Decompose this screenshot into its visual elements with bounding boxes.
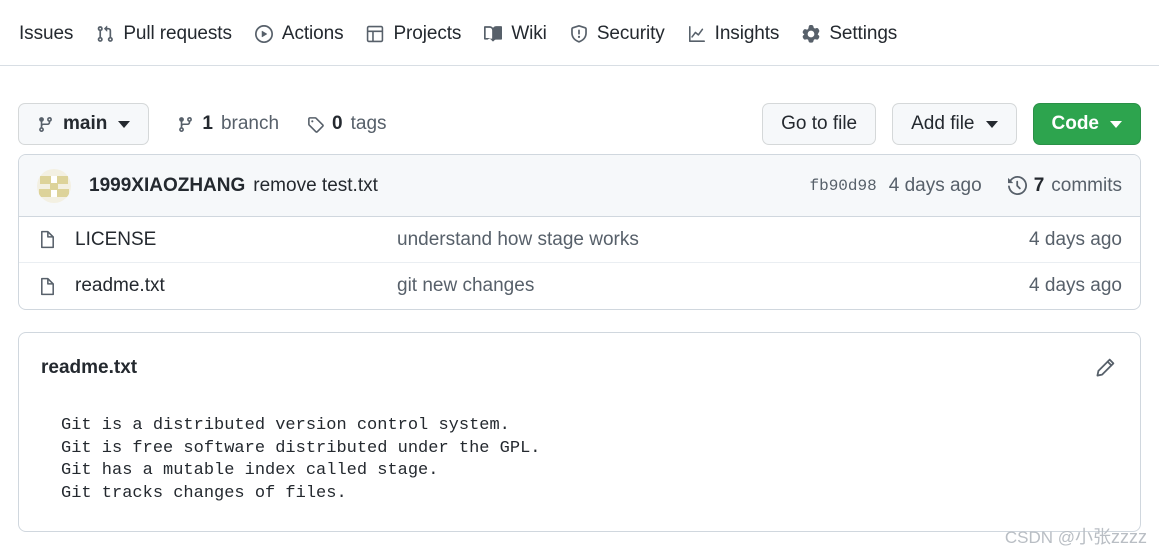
branch-count-link[interactable]: 1 branch (177, 113, 279, 135)
commit-meta: fb90d98 4 days ago 7 commits (810, 175, 1123, 197)
code-button[interactable]: Code (1032, 103, 1141, 145)
branch-selector-label: main (63, 113, 108, 134)
branch-count-label: branch (220, 113, 280, 134)
tag-count-link[interactable]: 0 tags (307, 113, 387, 135)
repo-content: main 1 branch 0 tags Go to file Add file (0, 66, 1159, 532)
file-commit-time: 4 days ago (1029, 275, 1122, 296)
readme-title: readme.txt (41, 357, 138, 378)
table-row: readme.txt git new changes 4 days ago (19, 263, 1140, 309)
chevron-down-icon (118, 120, 131, 128)
nav-item-actions[interactable]: Actions (243, 18, 355, 50)
nav-item-projects[interactable]: Projects (354, 18, 472, 50)
file-name-link[interactable]: LICENSE (75, 229, 397, 251)
tag-count-label: tags (350, 113, 387, 134)
readme-panel: readme.txt Git is a distributed version … (18, 332, 1141, 532)
nav-item-label: Issues (19, 23, 74, 44)
commit-date: 4 days ago (888, 174, 982, 196)
repo-nav: Issues Pull requests Actions Projects Wi… (0, 0, 1159, 66)
commit-author[interactable]: 1999XIAOZHANG (89, 175, 245, 197)
chevron-down-icon (1110, 120, 1122, 128)
nav-item-insights[interactable]: Insights (676, 18, 791, 50)
nav-item-issues[interactable]: Issues (8, 18, 84, 50)
nav-item-pull-requests[interactable]: Pull requests (84, 18, 243, 50)
graph-line-icon (687, 24, 707, 44)
nav-item-label: Pull requests (123, 23, 232, 44)
history-clock-icon (1007, 176, 1027, 195)
branch-selector-button[interactable]: main (18, 103, 150, 145)
chevron-down-icon (985, 120, 998, 128)
readme-content: Git is a distributed version control sys… (61, 416, 541, 503)
git-pull-request-icon (95, 24, 115, 44)
pencil-icon[interactable] (1092, 355, 1118, 381)
latest-commit-row: 1999XIAOZHANG remove test.txt fb90d98 4 … (19, 155, 1140, 217)
nav-item-settings[interactable]: Settings (790, 18, 908, 50)
file-commit-message[interactable]: git new changes (397, 275, 1029, 297)
nav-item-security[interactable]: Security (558, 18, 676, 50)
file-icon (37, 230, 57, 250)
play-circle-icon (254, 24, 274, 44)
commits-count-link[interactable]: 7 commits (1007, 174, 1122, 197)
table-row: LICENSE understand how stage works 4 day… (19, 217, 1140, 263)
nav-item-label: Settings (829, 23, 898, 44)
commits-count-value: 7 (1033, 174, 1045, 196)
code-label: Code (1051, 113, 1100, 134)
file-commit-time: 4 days ago (1029, 228, 1122, 250)
go-to-file-label: Go to file (781, 113, 858, 134)
add-file-button[interactable]: Add file (892, 103, 1017, 145)
nav-item-label: Actions (281, 23, 344, 44)
book-icon (483, 24, 503, 44)
commit-sha[interactable]: fb90d98 (810, 177, 877, 195)
git-branch-icon (177, 116, 194, 133)
gear-icon (801, 24, 821, 44)
add-file-label: Add file (911, 113, 975, 134)
nav-item-label: Wiki (511, 23, 547, 44)
file-icon (37, 276, 57, 296)
nav-item-label: Insights (714, 23, 780, 44)
readme-header: readme.txt (41, 355, 1118, 381)
shield-icon (569, 24, 589, 44)
branch-count-value: 1 (202, 113, 213, 134)
git-branch-icon (37, 116, 54, 133)
tag-icon (307, 116, 324, 133)
nav-item-label: Projects (393, 23, 462, 44)
table-grid-icon (365, 24, 385, 44)
file-name-link[interactable]: readme.txt (75, 275, 397, 297)
branch-toolbar: main 1 branch 0 tags Go to file Add file (18, 66, 1141, 154)
file-listing-box: 1999XIAOZHANG remove test.txt fb90d98 4 … (18, 154, 1141, 310)
file-commit-message[interactable]: understand how stage works (397, 229, 1029, 251)
nav-item-label: Security (596, 23, 665, 44)
avatar[interactable] (37, 168, 71, 203)
commit-message[interactable]: remove test.txt (253, 175, 378, 197)
tag-count-value: 0 (332, 113, 343, 134)
nav-item-wiki[interactable]: Wiki (472, 18, 557, 50)
go-to-file-button[interactable]: Go to file (762, 103, 877, 145)
commits-count-label: commits (1051, 174, 1122, 196)
